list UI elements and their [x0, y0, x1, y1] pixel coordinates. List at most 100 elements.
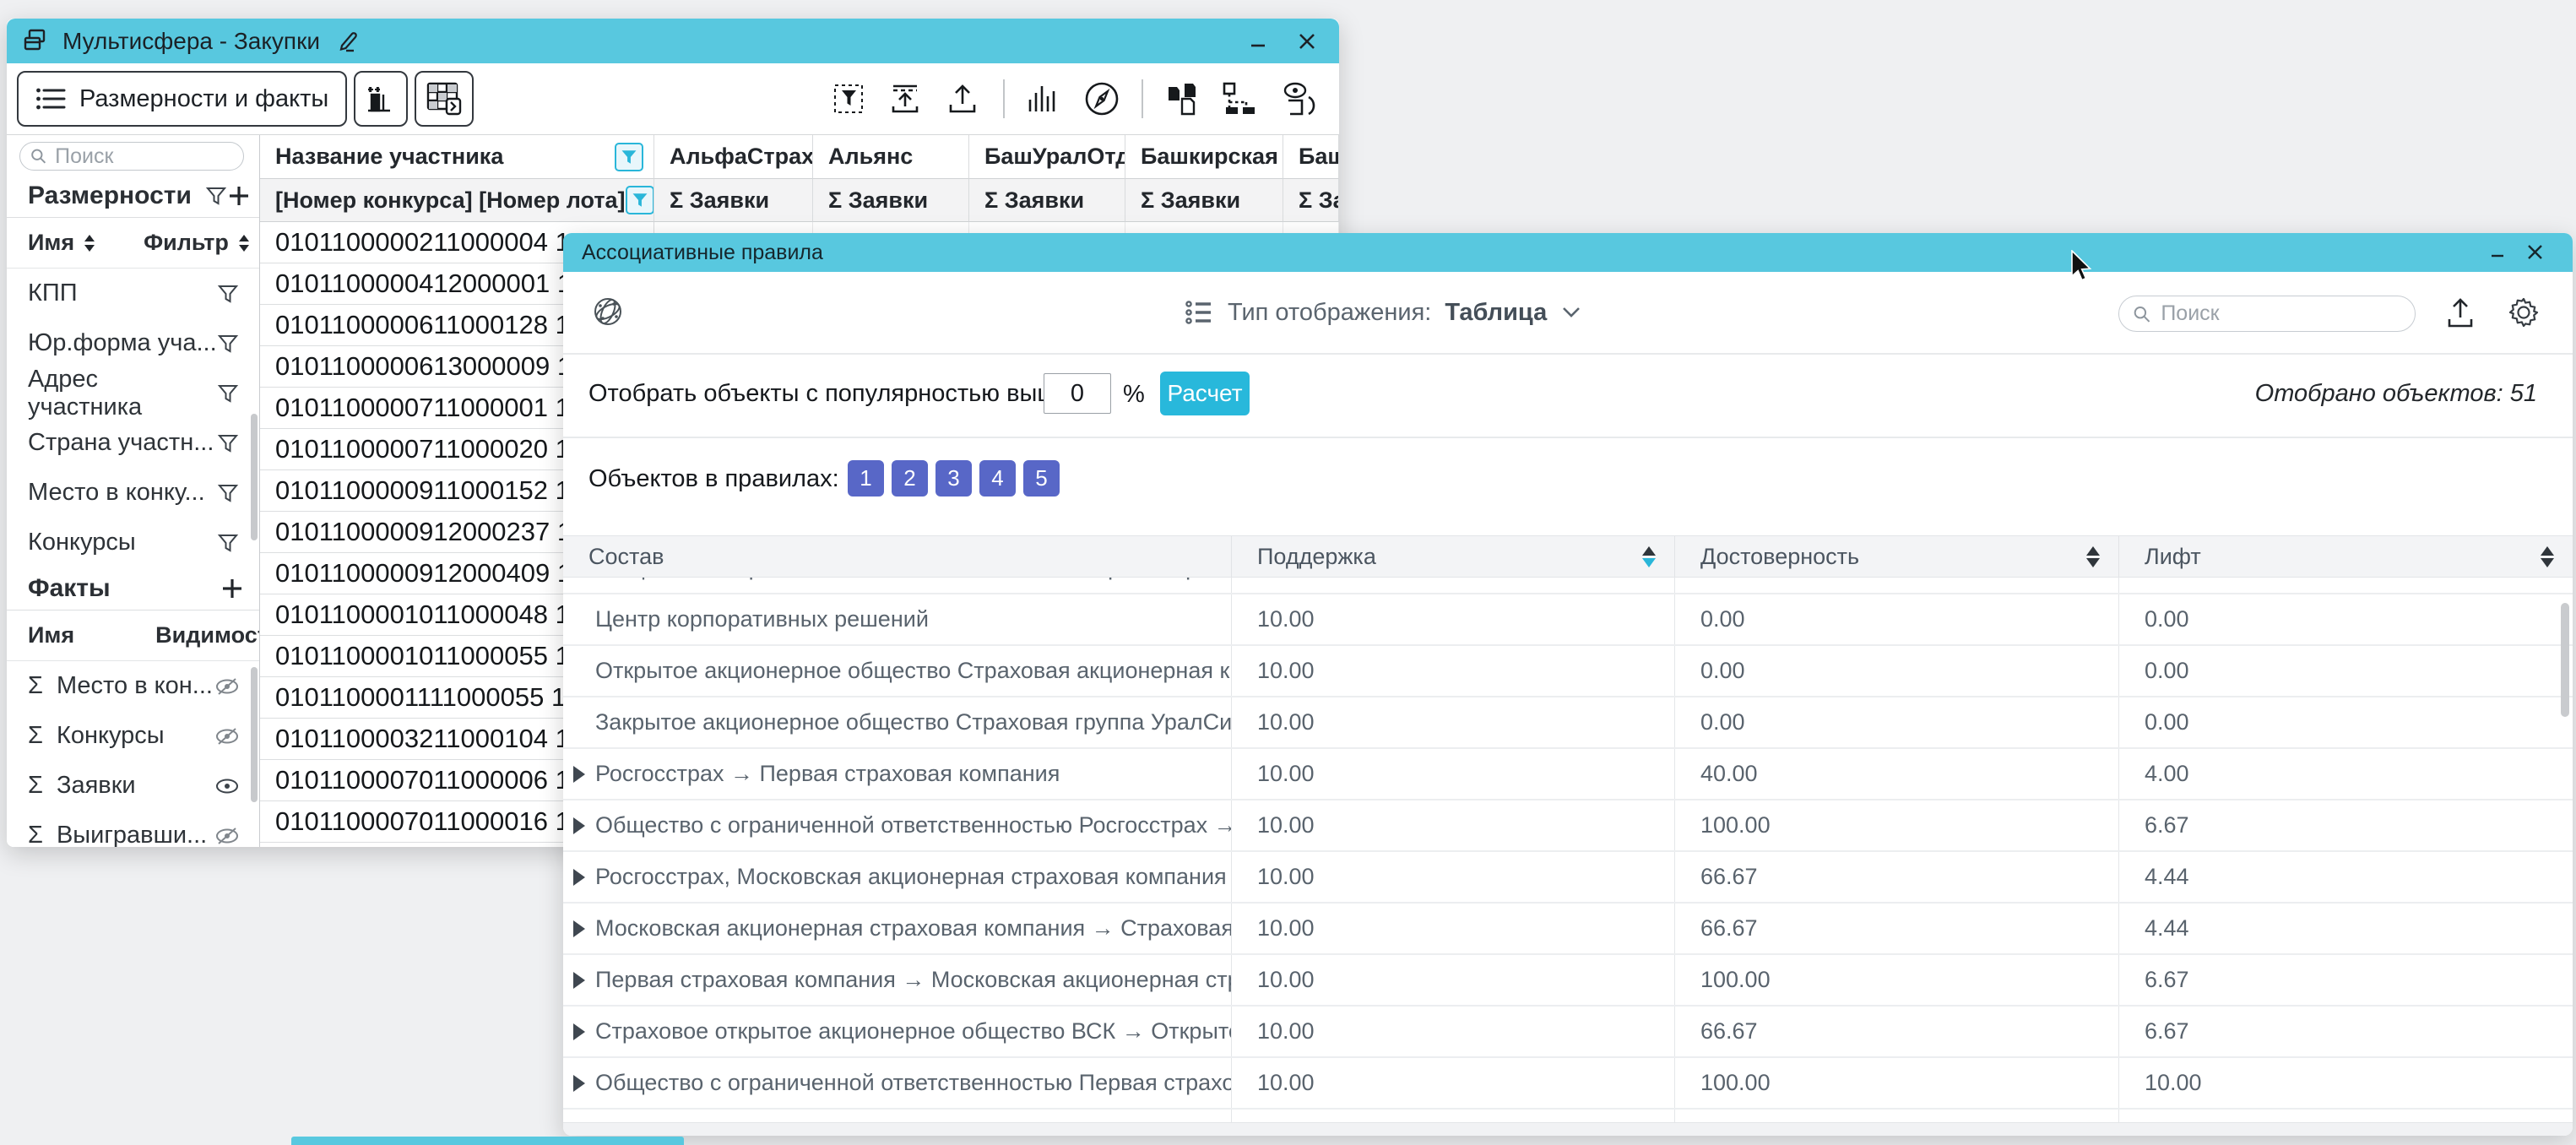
expand-row-icon[interactable] — [573, 1075, 585, 1092]
column-header-confidence[interactable]: Достоверность — [1675, 536, 2119, 577]
collapse-rows-icon[interactable] — [888, 81, 925, 117]
sidebar-item-dimension[interactable]: Конкурсы — [7, 518, 259, 567]
rule-size-button[interactable]: 5 — [1023, 460, 1060, 497]
expand-row-icon[interactable] — [573, 920, 585, 937]
expand-row-icon[interactable] — [573, 1023, 585, 1040]
rule-row[interactable]: Первая страховая компания → Московская а… — [563, 955, 2573, 1007]
sort-filter-icon[interactable] — [237, 233, 251, 253]
rule-row[interactable]: Росгосстрах, Московская акционерная стра… — [563, 852, 2573, 904]
display-type-select[interactable]: Тип отображения: Таблица — [1184, 292, 1582, 333]
sidebar-item-dimension[interactable]: Юр.форма уча... — [7, 318, 259, 368]
rule-size-button[interactable]: 1 — [848, 460, 884, 497]
expand-row-icon[interactable] — [573, 972, 585, 989]
rule-row[interactable]: Росгосстрах → Первая страховая компания1… — [563, 749, 2573, 800]
export-icon[interactable] — [946, 81, 983, 117]
sidebar-item-dimension[interactable]: Место в конку... — [7, 468, 259, 518]
sort-lift-icon[interactable] — [2541, 546, 2554, 567]
filter-area-icon[interactable] — [832, 81, 868, 117]
rule-row[interactable]: Общество с ограниченной ответственностью… — [563, 578, 2573, 594]
visibility-eye-off-icon[interactable] — [215, 727, 239, 746]
graph-view-icon[interactable] — [590, 294, 626, 329]
column-header-participant[interactable]: Башкирская ст — [1125, 135, 1283, 179]
visibility-eye-icon[interactable] — [215, 778, 239, 795]
rule-size-button[interactable]: 2 — [892, 460, 928, 497]
calculate-button[interactable]: Расчет — [1160, 372, 1250, 415]
sidebar-item-dimension[interactable]: КПП — [7, 269, 259, 318]
popularity-threshold-input[interactable] — [1044, 373, 1111, 414]
participant-filter-button[interactable] — [615, 143, 643, 171]
dimensions-filter-icon[interactable] — [205, 185, 227, 207]
hierarchy-icon[interactable] — [1221, 80, 1260, 117]
filter-funnel-icon[interactable] — [217, 482, 239, 504]
dialog-search[interactable] — [2118, 296, 2416, 332]
sidebar-item-dimension[interactable]: Страна участн... — [7, 418, 259, 468]
rule-row[interactable]: Страховое открытое акционерное общество … — [563, 1007, 2573, 1058]
column-header-participant[interactable]: Альянс — [813, 135, 969, 179]
column-header-composition[interactable]: Состав — [563, 536, 1232, 577]
dimensions-scrollbar[interactable] — [251, 414, 258, 540]
visibility-eye-off-icon[interactable] — [215, 827, 239, 845]
lift-value: 6.67 — [2145, 1018, 2189, 1045]
dialog-search-input[interactable] — [2159, 301, 2401, 327]
add-dimension-button[interactable] — [227, 184, 251, 208]
lot-filter-button[interactable] — [626, 186, 654, 214]
rule-row[interactable]: Центр корпоративных решений10.000.000.00 — [563, 594, 2573, 646]
sort-confidence-icon[interactable] — [2086, 546, 2100, 567]
sidebar-item-fact[interactable]: ΣКонкурсы — [7, 711, 259, 761]
visibility-eye-off-icon[interactable] — [215, 677, 239, 696]
rules-table-scrollbar[interactable] — [2561, 603, 2569, 717]
sigma-icon: Σ — [28, 672, 43, 700]
measure-label: Σ Заявки — [670, 187, 769, 214]
sidebar-item-fact[interactable]: ΣМесто в кон... — [7, 661, 259, 711]
column-header-lift[interactable]: Лифт — [2119, 536, 2573, 577]
bar-chart-icon[interactable] — [1025, 81, 1062, 117]
lot-number: 0101100000912000409 1 — [275, 558, 572, 589]
rename-pencil-icon[interactable] — [335, 29, 361, 54]
rule-size-button[interactable]: 4 — [979, 460, 1016, 497]
filter-funnel-icon[interactable] — [217, 383, 239, 404]
copy-documents-icon[interactable] — [1163, 80, 1201, 117]
compass-icon[interactable] — [1082, 79, 1121, 118]
sort-name-icon[interactable] — [83, 233, 96, 253]
filter-funnel-icon[interactable] — [217, 532, 239, 554]
sidebar-item-fact[interactable]: ΣЗаявки — [7, 761, 259, 811]
sidebar-item-fact[interactable]: ΣВыигравши... — [7, 811, 259, 847]
rule-row[interactable]: Открытое акционерное общество Страховая … — [563, 646, 2573, 697]
fit-column-width-button[interactable] — [354, 71, 408, 127]
dialog-export-icon[interactable] — [2443, 296, 2478, 331]
filter-funnel-icon[interactable] — [217, 432, 239, 454]
sidebar-item-dimension[interactable]: Адрес участника — [7, 368, 259, 418]
expand-row-icon[interactable] — [573, 817, 585, 834]
column-header-label: Башкирская ст — [1141, 144, 1283, 170]
rule-row[interactable]: Московская акционерная страховая компани… — [563, 904, 2573, 955]
column-header-participant[interactable]: БашУралОтдел — [969, 135, 1125, 179]
expand-row-icon[interactable] — [573, 869, 585, 886]
lift-value: 4.44 — [2145, 915, 2189, 942]
rule-size-button[interactable]: 3 — [935, 460, 972, 497]
sidebar-search-input[interactable] — [53, 144, 233, 170]
dialog-settings-gear-icon[interactable] — [2505, 294, 2542, 331]
dialog-minimize-button[interactable] — [2480, 236, 2517, 269]
column-header-participant[interactable]: Баш — [1283, 135, 1339, 179]
sort-support-icon[interactable] — [1642, 546, 1656, 567]
minimize-button[interactable] — [1239, 24, 1277, 58]
facts-scrollbar[interactable] — [251, 667, 258, 802]
filter-funnel-icon[interactable] — [217, 283, 239, 305]
rule-row[interactable]: Общество с ограниченной ответственностью… — [563, 800, 2573, 852]
rule-row[interactable]: Росгосстрах, Первая страховая компания →… — [563, 1110, 2573, 1123]
dimensions-facts-panel-button[interactable]: Размерности и факты — [17, 71, 347, 127]
hide-show-icon[interactable] — [1280, 80, 1321, 117]
add-fact-button[interactable] — [220, 577, 244, 600]
filter-funnel-icon[interactable] — [217, 333, 239, 355]
column-header-participant[interactable]: АльфаСтрахова — [654, 135, 813, 179]
dialog-close-button[interactable] — [2517, 236, 2554, 269]
sidebar-search[interactable] — [19, 142, 244, 171]
column-header-support[interactable]: Поддержка — [1232, 536, 1675, 577]
close-button[interactable] — [1288, 24, 1326, 58]
rule-support-cell: 10.00 — [1232, 594, 1675, 644]
rule-row[interactable]: Закрытое акционерное общество Страховая … — [563, 697, 2573, 749]
rules-table-body: Общество с ограниченной ответственностью… — [563, 578, 2573, 1123]
table-structure-button[interactable] — [415, 71, 474, 127]
expand-row-icon[interactable] — [573, 766, 585, 783]
rule-row[interactable]: Общество с ограниченной ответственностью… — [563, 1058, 2573, 1110]
